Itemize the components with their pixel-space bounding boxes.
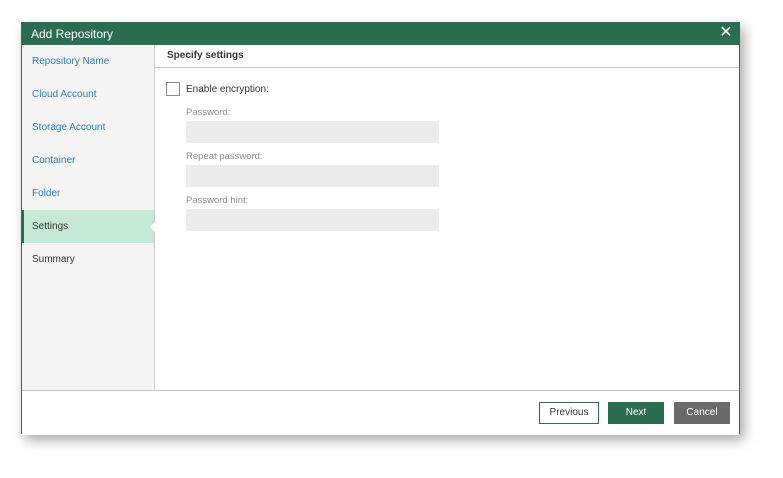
- next-button[interactable]: Next: [608, 402, 664, 424]
- sidebar-item-settings[interactable]: Settings: [22, 210, 155, 243]
- cancel-button[interactable]: Cancel: [674, 402, 730, 424]
- settings-panel: Specify settings Enable encryption: Pass…: [155, 45, 739, 390]
- dialog-footer: Previous Next Cancel: [22, 390, 739, 435]
- previous-button[interactable]: Previous: [539, 402, 599, 424]
- add-repository-dialog: Add Repository ✕ Repository Name Cloud A…: [21, 22, 740, 435]
- enable-encryption-row: Enable encryption:: [166, 82, 269, 96]
- repeat-password-field[interactable]: [186, 165, 439, 187]
- sidebar-item-label: Summary: [32, 254, 75, 265]
- sidebar-item-label: Cloud Account: [32, 89, 97, 100]
- password-hint-label: Password hint:: [186, 195, 249, 206]
- dialog-titlebar: Add Repository ✕: [22, 23, 739, 45]
- sidebar-item-repository-name[interactable]: Repository Name: [22, 45, 154, 78]
- sidebar-item-container[interactable]: Container: [22, 144, 154, 177]
- wizard-steps-sidebar: Repository Name Cloud Account Storage Ac…: [22, 45, 155, 390]
- section-title: Specify settings: [155, 45, 739, 68]
- sidebar-item-label: Settings: [32, 221, 69, 232]
- repeat-password-label: Repeat password:: [186, 151, 263, 162]
- sidebar-item-summary[interactable]: Summary: [22, 243, 154, 276]
- sidebar-item-label: Storage Account: [32, 122, 106, 133]
- sidebar-item-label: Folder: [32, 188, 61, 199]
- close-icon[interactable]: ✕: [719, 25, 733, 41]
- sidebar-item-label: Container: [32, 155, 76, 166]
- sidebar-item-folder[interactable]: Folder: [22, 177, 154, 210]
- dialog-title: Add Repository: [31, 27, 114, 41]
- password-field[interactable]: [186, 121, 439, 143]
- enable-encryption-checkbox[interactable]: [166, 82, 180, 96]
- password-hint-field[interactable]: [186, 209, 439, 231]
- sidebar-item-cloud-account[interactable]: Cloud Account: [22, 78, 154, 111]
- password-label: Password:: [186, 107, 231, 118]
- sidebar-item-storage-account[interactable]: Storage Account: [22, 111, 154, 144]
- enable-encryption-label: Enable encryption:: [186, 83, 269, 95]
- sidebar-item-label: Repository Name: [32, 56, 110, 67]
